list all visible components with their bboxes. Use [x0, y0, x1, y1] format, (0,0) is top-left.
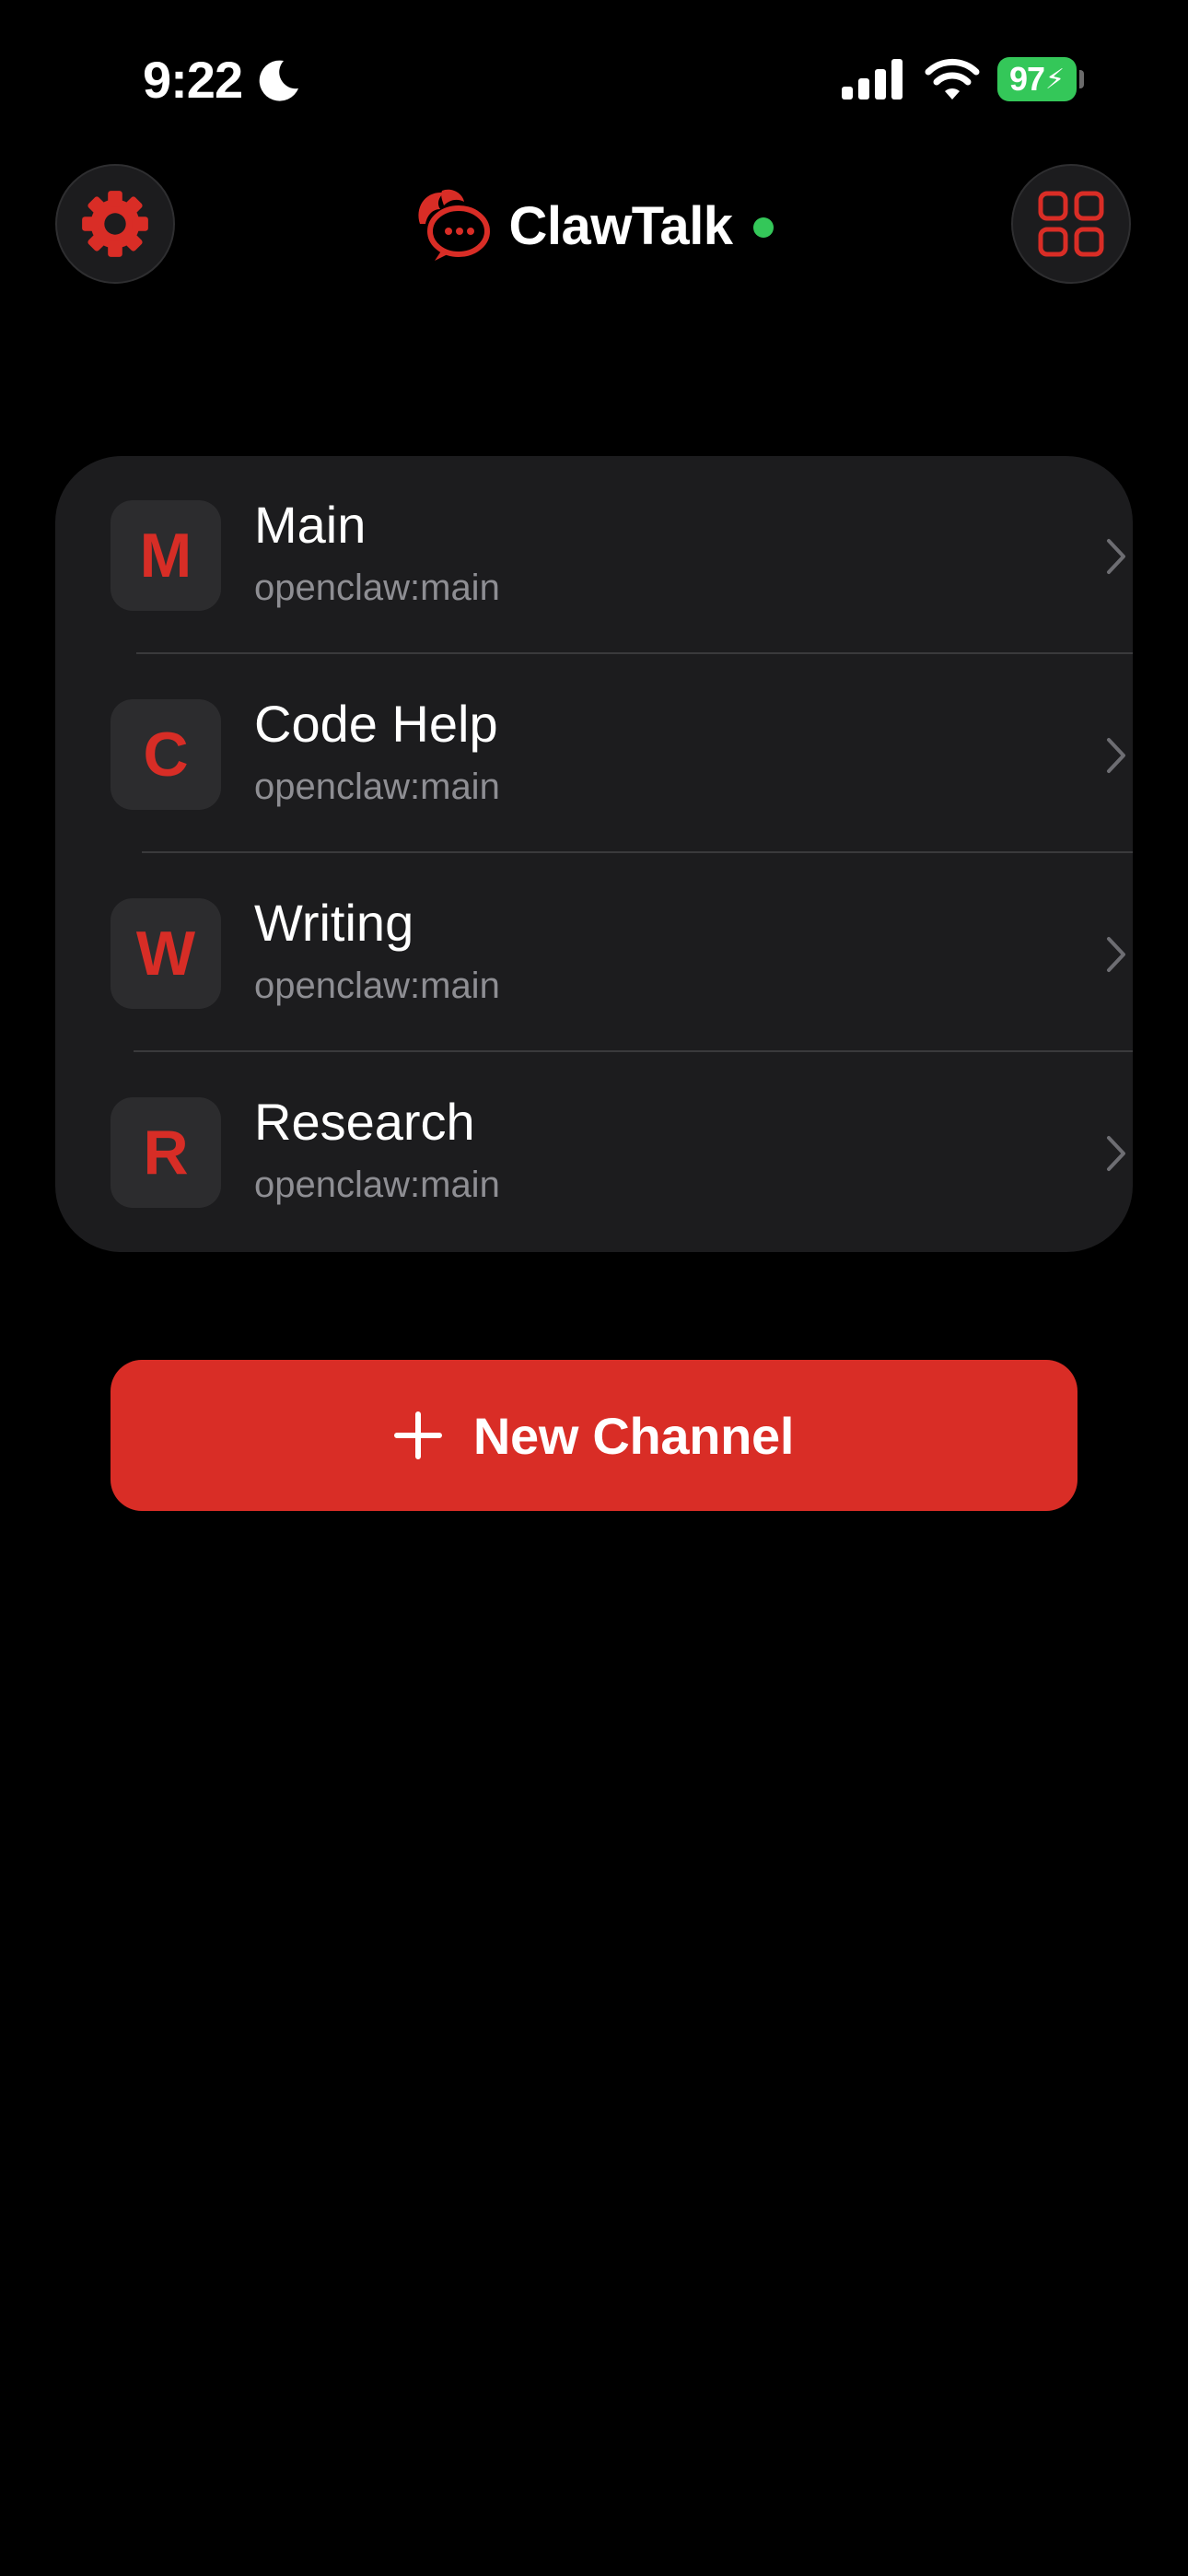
plus-icon [393, 1411, 442, 1459]
battery-level: 97 [1008, 60, 1045, 98]
channel-subtitle: openclaw:main [254, 568, 500, 608]
channel-list: M Main openclaw:main C Code Help opencla… [55, 456, 1133, 1252]
row-divider [134, 1050, 1133, 1052]
chevron-right-icon [1107, 539, 1125, 574]
channel-row-code-help[interactable]: C Code Help openclaw:main [55, 655, 1133, 854]
grid-view-button[interactable] [1011, 164, 1131, 284]
chevron-right-icon [1107, 738, 1125, 773]
channel-avatar: W [111, 898, 221, 1009]
channel-row-main[interactable]: M Main openclaw:main [55, 456, 1133, 655]
header-title: ClawTalk [0, 175, 1188, 276]
status-bar: 9:22 97 ⚡ [0, 0, 1188, 157]
grid-icon [1038, 191, 1104, 257]
wifi-icon [925, 58, 980, 100]
channel-subtitle: openclaw:main [254, 767, 500, 807]
battery-indicator: 97 ⚡ [997, 57, 1077, 101]
moon-icon [259, 60, 298, 101]
connection-status-dot [752, 217, 774, 238]
new-channel-button[interactable]: New Channel [111, 1360, 1077, 1511]
chevron-right-icon [1107, 1136, 1125, 1171]
channel-avatar: R [111, 1097, 221, 1208]
channel-avatar: C [111, 699, 221, 810]
battery-charging-icon: ⚡ [1044, 64, 1066, 95]
channel-name: Research [254, 1093, 475, 1151]
row-divider [136, 652, 1133, 654]
channel-subtitle: openclaw:main [254, 966, 500, 1006]
channel-subtitle: openclaw:main [254, 1165, 500, 1205]
channel-avatar: M [111, 500, 221, 611]
claw-chat-bubble-logo [418, 189, 491, 261]
status-time: 9:22 [143, 51, 243, 109]
row-divider [142, 851, 1133, 853]
channel-name: Main [254, 496, 367, 554]
app-title: ClawTalk [508, 195, 733, 256]
channel-name: Writing [254, 894, 414, 952]
cellular-signal-icon [842, 59, 903, 100]
chevron-right-icon [1107, 937, 1125, 972]
new-channel-label: New Channel [472, 1406, 795, 1465]
channel-name: Code Help [254, 695, 498, 753]
channel-row-writing[interactable]: W Writing openclaw:main [55, 854, 1133, 1053]
channel-row-research[interactable]: R Research openclaw:main [55, 1053, 1133, 1252]
battery-cap [1079, 70, 1084, 88]
